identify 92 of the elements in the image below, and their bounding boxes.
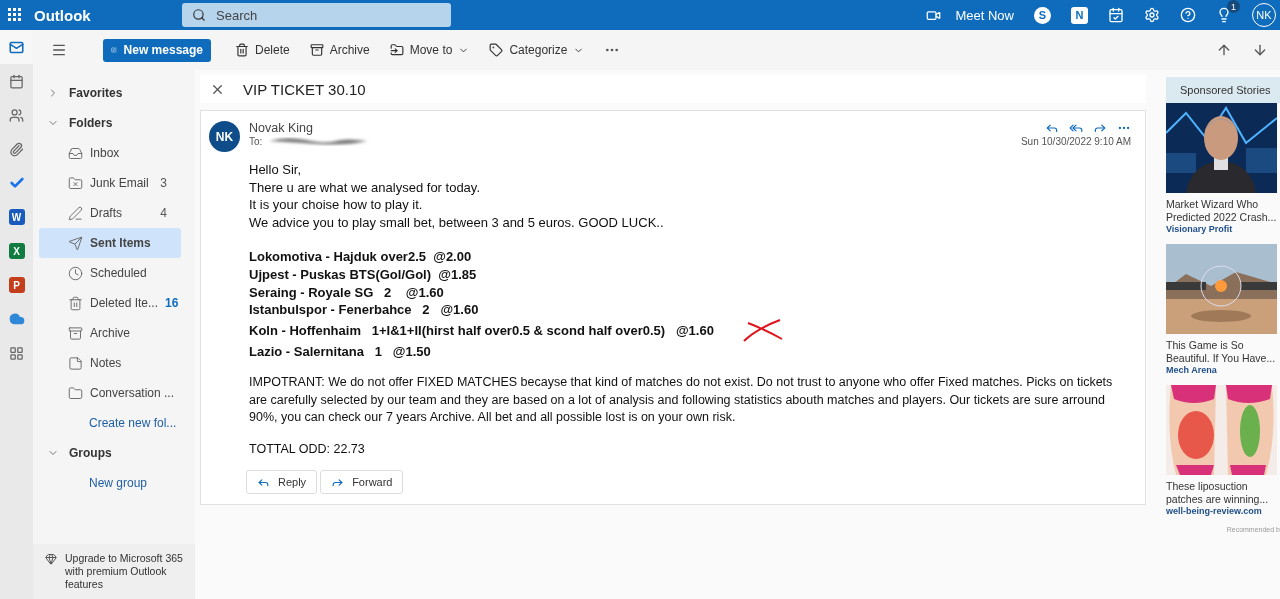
people-icon bbox=[9, 107, 24, 123]
app-launcher-icon[interactable] bbox=[8, 8, 22, 22]
paperclip-icon bbox=[9, 141, 24, 157]
pencil-icon bbox=[68, 205, 83, 221]
pick-line: Ujpest - Puskas BTS(Gol/Gol) @1.85 bbox=[249, 265, 477, 284]
total-odd: TOTTAL ODD: 22.73 bbox=[249, 440, 366, 458]
cloud-icon bbox=[8, 311, 25, 327]
reply-button[interactable]: Reply bbox=[246, 470, 318, 495]
app-icon: X bbox=[8, 243, 25, 259]
inbox-icon bbox=[68, 145, 83, 161]
folder-item[interactable]: Archive bbox=[39, 318, 181, 348]
help-icon[interactable] bbox=[1180, 7, 1196, 23]
folder-item[interactable]: Deleted Ite... 16 bbox=[39, 288, 181, 318]
sender-avatar: NK bbox=[209, 121, 240, 152]
ads-header: Sponsored Stories bbox=[1166, 77, 1280, 103]
pick-line: Koln - Hoffenhaim 1+I&1+II(hirst half over0.5 & scond half over0.5) @1.60 bbox=[249, 321, 714, 340]
subject: VIP TICKET 30.10 bbox=[243, 80, 366, 98]
trash-icon bbox=[235, 43, 249, 57]
folder-icon bbox=[389, 43, 404, 57]
reply-icon[interactable] bbox=[1045, 121, 1059, 135]
create-link[interactable]: Create new fol... bbox=[33, 408, 195, 438]
ad-headline[interactable]: Market Wizard Who Predicted 2022 Crash... bbox=[1166, 198, 1280, 224]
send-icon bbox=[68, 235, 83, 251]
calendar-icon bbox=[9, 73, 24, 89]
create-link[interactable]: New group bbox=[33, 468, 195, 498]
archive-icon bbox=[309, 43, 324, 57]
body-text: Hello Sir, bbox=[249, 161, 303, 179]
toolbar-button[interactable]: Categorize bbox=[481, 36, 593, 64]
app-name: Outlook bbox=[34, 6, 92, 24]
app-icon: P bbox=[8, 277, 25, 293]
meet-now-button[interactable]: Meet Now bbox=[926, 7, 1014, 23]
forward-icon[interactable] bbox=[1093, 121, 1107, 135]
archive-icon bbox=[68, 325, 83, 341]
skype-icon[interactable]: S bbox=[1034, 6, 1051, 24]
folder-icon bbox=[68, 385, 83, 401]
pick-line: Seraing - Royale SG 2 @1.60 bbox=[249, 283, 444, 302]
cross-mark bbox=[741, 318, 784, 343]
folder-item[interactable]: Drafts 4 bbox=[39, 198, 181, 228]
ad-source: well-being-review.com bbox=[1166, 506, 1263, 516]
notification-badge: 1 bbox=[1227, 0, 1240, 13]
tag-icon bbox=[489, 43, 504, 57]
date: Sun 10/30/2022 9:10 AM bbox=[1020, 135, 1131, 147]
folder-icon bbox=[68, 175, 83, 191]
folder-item[interactable]: Inbox bbox=[39, 138, 181, 168]
folder-item[interactable]: Sent Items bbox=[39, 228, 181, 258]
ad-source: Visionary Profit bbox=[1166, 224, 1234, 234]
section-header[interactable]: Groups bbox=[33, 438, 112, 468]
to-label: To: bbox=[249, 135, 263, 147]
pick-line: Istanbulspor - Fenerbahce 2 @1.60 bbox=[249, 301, 479, 319]
ad-source: Mech Arena bbox=[1166, 365, 1218, 375]
check-icon bbox=[8, 175, 25, 191]
folder-item[interactable]: Notes bbox=[39, 348, 181, 378]
section-header[interactable]: Folders bbox=[33, 108, 113, 138]
rail-button[interactable]: P bbox=[0, 268, 33, 302]
unread-count: 3 bbox=[160, 176, 167, 190]
diamond-icon bbox=[45, 553, 57, 565]
folder-item[interactable]: Scheduled bbox=[39, 258, 181, 288]
mail-icon bbox=[9, 39, 24, 55]
ad-headline[interactable]: This Game is So Beautiful. If You Have... bbox=[1166, 339, 1280, 365]
folder-item[interactable]: Junk Email 3 bbox=[39, 168, 181, 198]
ad-headline[interactable]: These liposuction patches are winning... bbox=[1166, 480, 1280, 506]
forward-button[interactable]: Forward bbox=[320, 470, 404, 495]
onenote-icon[interactable]: N bbox=[1071, 6, 1088, 24]
app-icon: W bbox=[8, 209, 25, 225]
rail-button[interactable]: X bbox=[0, 234, 33, 268]
clock-icon bbox=[68, 265, 83, 281]
lightbulb-icon[interactable] bbox=[1216, 7, 1232, 23]
toolbar-button[interactable]: Delete bbox=[227, 36, 298, 64]
sender-name: Novak King bbox=[249, 121, 313, 135]
section-header[interactable]: Favorites bbox=[33, 78, 123, 108]
search-field[interactable]: Search bbox=[182, 3, 451, 27]
upgrade-button[interactable]: Upgrade to Microsoft 365 with premium Outlook features bbox=[33, 544, 195, 599]
menu-icon bbox=[51, 42, 67, 58]
settings-icon[interactable] bbox=[1144, 7, 1160, 23]
pick-line: Lokomotiva - Hajduk over2.5 @2.00 bbox=[249, 248, 472, 266]
toolbar-button[interactable]: Move to bbox=[381, 36, 478, 64]
new-message-button[interactable]: New message bbox=[103, 38, 211, 62]
calendar-check-icon[interactable] bbox=[1108, 7, 1124, 23]
rail-button[interactable]: W bbox=[0, 200, 33, 234]
folder-item[interactable]: Conversation ... bbox=[39, 378, 181, 408]
body-text: It is your choise how to play it. bbox=[249, 196, 424, 214]
body-text: There u are what we analysed for today. bbox=[249, 178, 481, 197]
search-icon bbox=[192, 8, 206, 22]
toolbar-button[interactable]: Archive bbox=[301, 36, 378, 64]
notice-text: IMPOTRANT: We do not offer FIXED MATCHES becayse that kind of matches do not exist. Do not trust to anyone who offer Fixed matches. Picks on tickets are carefully selected by our team and they are based on a lot of analysis and following statistics abouth matches and players. Our tickets are sure arround 90%, you can check our 7 years Archive. All bet and all possible lost is on your own risk. bbox=[249, 374, 1114, 427]
apps-icon bbox=[9, 345, 24, 361]
unread-count: 16 bbox=[165, 296, 179, 310]
unread-count: 4 bbox=[160, 206, 167, 220]
pick-line: Lazio - Salernitana 1 @1.50 bbox=[249, 342, 431, 361]
note-icon bbox=[68, 355, 83, 371]
trash-icon bbox=[68, 295, 83, 311]
body-text: We advice you to play small bet, between 3 and 5 euros. GOOD LUCK.. bbox=[249, 213, 665, 232]
